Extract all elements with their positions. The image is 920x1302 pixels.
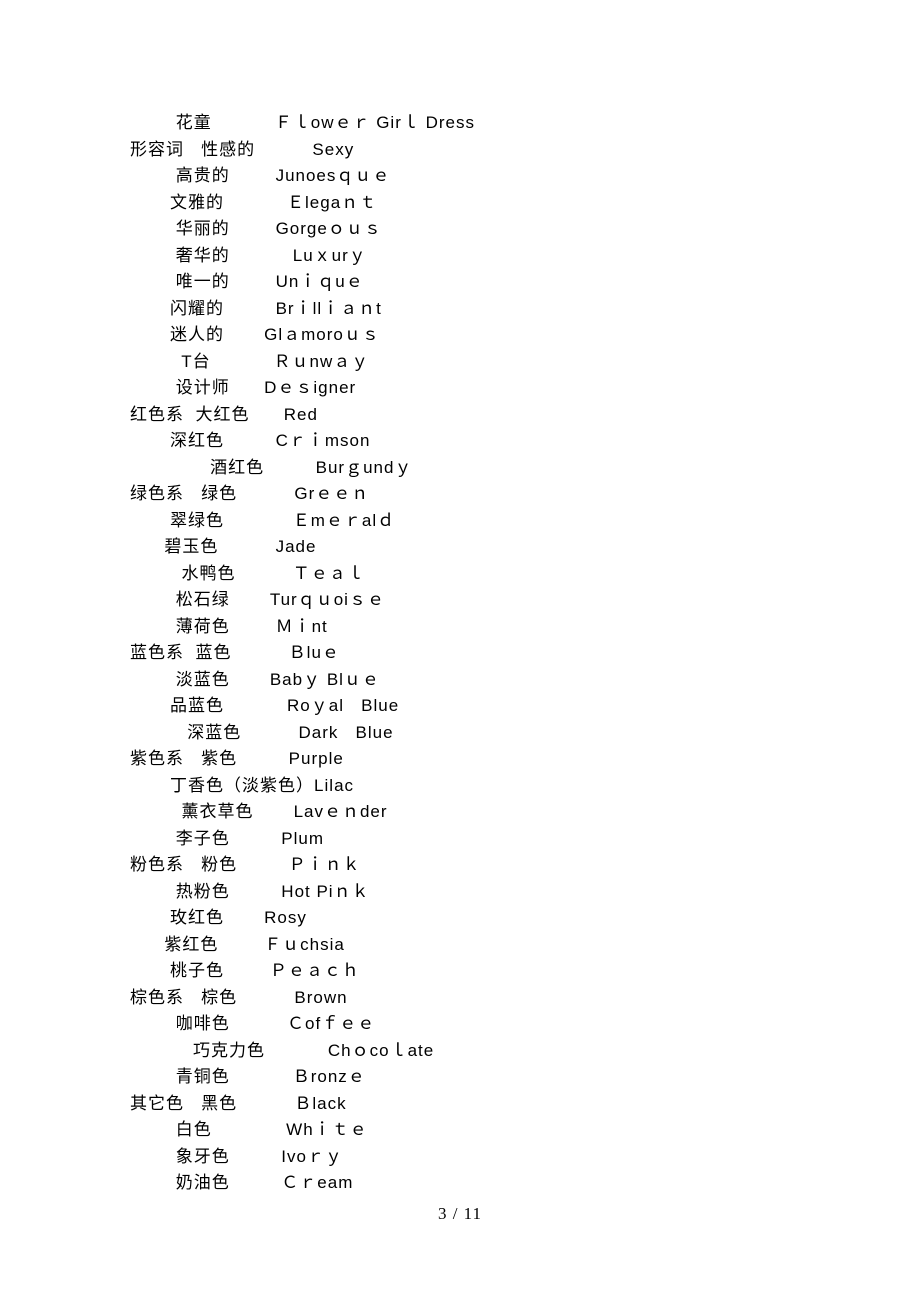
text-line: 形容词 性感的 Sexy — [130, 137, 790, 164]
text-line: 迷人的 Glａmoroｕｓ — [130, 322, 790, 349]
text-line: 巧克力色 Chｏcoｌate — [130, 1038, 790, 1065]
text-line: 深红色 Cｒｉmson — [130, 428, 790, 455]
text-line: 淡蓝色 Babｙ Blｕｅ — [130, 667, 790, 694]
text-line: 翠绿色 Ｅmｅｒalｄ — [130, 508, 790, 535]
text-line: 水鸭色 Ｔｅａｌ — [130, 561, 790, 588]
text-line: 松石绿 Turｑｕoiｓｅ — [130, 587, 790, 614]
text-line: 碧玉色 Jade — [130, 534, 790, 561]
text-line: 象牙色 Ivoｒｙ — [130, 1144, 790, 1171]
text-line: 酒红色 Burｇundｙ — [130, 455, 790, 482]
text-line: 紫色系 紫色 Purple — [130, 746, 790, 773]
text-line: 棕色系 棕色 Brown — [130, 985, 790, 1012]
text-line: 薄荷色 Ｍｉnt — [130, 614, 790, 641]
text-line: 唯一的 Unｉｑuｅ — [130, 269, 790, 296]
text-line: 薰衣草色 Lavｅｎder — [130, 799, 790, 826]
text-line: 丁香色（淡紫色）Lilac — [130, 773, 790, 800]
text-line: 品蓝色 Roｙal Blue — [130, 693, 790, 720]
text-line: 闪耀的 Brｉllｉａｎt — [130, 296, 790, 323]
text-line: 李子色 Plum — [130, 826, 790, 853]
text-line: 其它色 黑色 Ｂlack — [130, 1091, 790, 1118]
text-line: 咖啡色 Ｃofｆｅｅ — [130, 1011, 790, 1038]
text-line: 玫红色 Rosy — [130, 905, 790, 932]
document-body: 花童 Ｆｌowｅｒ Girｌ Dress形容词 性感的 Sexy 高贵的 Jun… — [130, 110, 790, 1197]
text-line: 奶油色 Ｃｒeam — [130, 1170, 790, 1197]
text-line: 绿色系 绿色 Grｅｅｎ — [130, 481, 790, 508]
text-line: 设计师 Dｅｓigner — [130, 375, 790, 402]
text-line: 蓝色系 蓝色 Ｂluｅ — [130, 640, 790, 667]
text-line: 白色 Whｉｔｅ — [130, 1117, 790, 1144]
text-line: 深蓝色 Dark Blue — [130, 720, 790, 747]
text-line: 粉色系 粉色 Ｐｉｎｋ — [130, 852, 790, 879]
page-number: 3 / 11 — [0, 1204, 920, 1224]
text-line: 华丽的 Gorgeｏｕｓ — [130, 216, 790, 243]
text-line: 红色系 大红色 Red — [130, 402, 790, 429]
text-line: 高贵的 Junoesｑｕｅ — [130, 163, 790, 190]
text-line: 文雅的 Ｅlegaｎｔ — [130, 190, 790, 217]
text-line: 热粉色 Hot Piｎｋ — [130, 879, 790, 906]
text-line: 紫红色 Ｆｕchsia — [130, 932, 790, 959]
text-line: T台 Ｒｕnwａｙ — [130, 349, 790, 376]
text-line: 桃子色 Ｐｅａｃｈ — [130, 958, 790, 985]
text-line: 青铜色 Ｂronzｅ — [130, 1064, 790, 1091]
text-line: 花童 Ｆｌowｅｒ Girｌ Dress — [130, 110, 790, 137]
text-line: 奢华的 Luｘurｙ — [130, 243, 790, 270]
